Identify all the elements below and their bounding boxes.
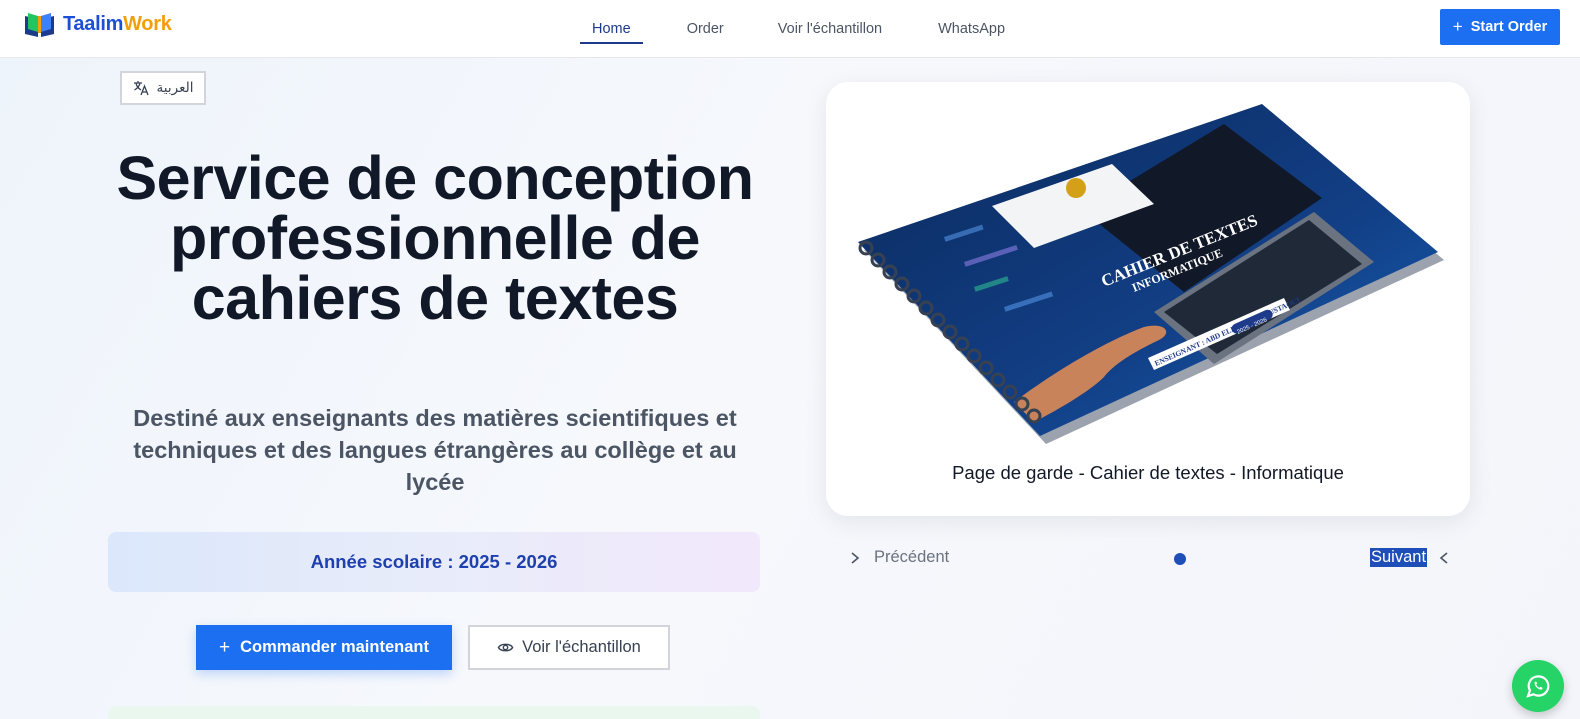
chevron-left-icon xyxy=(1439,551,1448,564)
chevron-right-icon xyxy=(851,551,860,564)
school-year-badge: Année scolaire : 2025 - 2026 xyxy=(108,532,760,592)
whatsapp-float-button[interactable] xyxy=(1512,660,1564,712)
order-now-button[interactable]: + Commander maintenant xyxy=(196,625,452,670)
view-sample-label: Voir l'échantillon xyxy=(522,638,641,656)
next-label: Suivant xyxy=(1370,548,1428,567)
start-order-button[interactable]: + Start Order xyxy=(1440,9,1560,45)
book-logo-icon xyxy=(25,13,54,37)
prev-label: Précédent xyxy=(874,548,950,566)
view-sample-button[interactable]: Voir l'échantillon xyxy=(468,625,670,670)
info-banner xyxy=(108,706,760,719)
whatsapp-icon xyxy=(1526,675,1550,698)
plus-icon: + xyxy=(219,636,231,658)
carousel-caption: Page de garde - Cahier de textes - Infor… xyxy=(952,462,1344,483)
hero-title: Service de conception professionnelle de… xyxy=(116,144,755,332)
nav-home[interactable]: Home xyxy=(580,0,643,58)
main-nav: Home Order Voir l'échantillon WhatsApp xyxy=(580,0,1005,58)
nav-sample[interactable]: Voir l'échantillon xyxy=(778,0,882,58)
notebook-cover-image: CAHIER DE TEXTES INFORMATIQUE ENSEIGNANT… xyxy=(858,104,1444,444)
language-label: العربية xyxy=(156,80,194,95)
top-navbar: TaalimWork Home Order Voir l'échantillon… xyxy=(0,0,1580,58)
carousel-next-button[interactable]: Suivant xyxy=(1370,548,1451,567)
translate-icon xyxy=(133,81,149,96)
school-year-text: Année scolaire : 2025 - 2026 xyxy=(310,551,558,572)
brand-name: TaalimWork xyxy=(63,12,172,35)
carousel-card: CAHIER DE TEXTES INFORMATIQUE ENSEIGNANT… xyxy=(826,82,1470,516)
language-toggle-button[interactable]: العربية xyxy=(120,71,206,105)
brand-logo[interactable]: TaalimWork xyxy=(24,10,172,38)
eye-icon xyxy=(497,643,514,652)
hero-subtitle: Destiné aux enseignants des matières sci… xyxy=(133,405,737,495)
nav-order[interactable]: Order xyxy=(687,0,724,58)
nav-whatsapp[interactable]: WhatsApp xyxy=(938,0,1005,58)
start-order-label: Start Order xyxy=(1470,19,1548,35)
order-now-label: Commander maintenant xyxy=(240,638,429,656)
carousel-prev-button[interactable]: Précédent xyxy=(848,548,949,567)
carousel-indicator-dot[interactable] xyxy=(1174,553,1186,565)
plus-icon: + xyxy=(1452,17,1463,36)
